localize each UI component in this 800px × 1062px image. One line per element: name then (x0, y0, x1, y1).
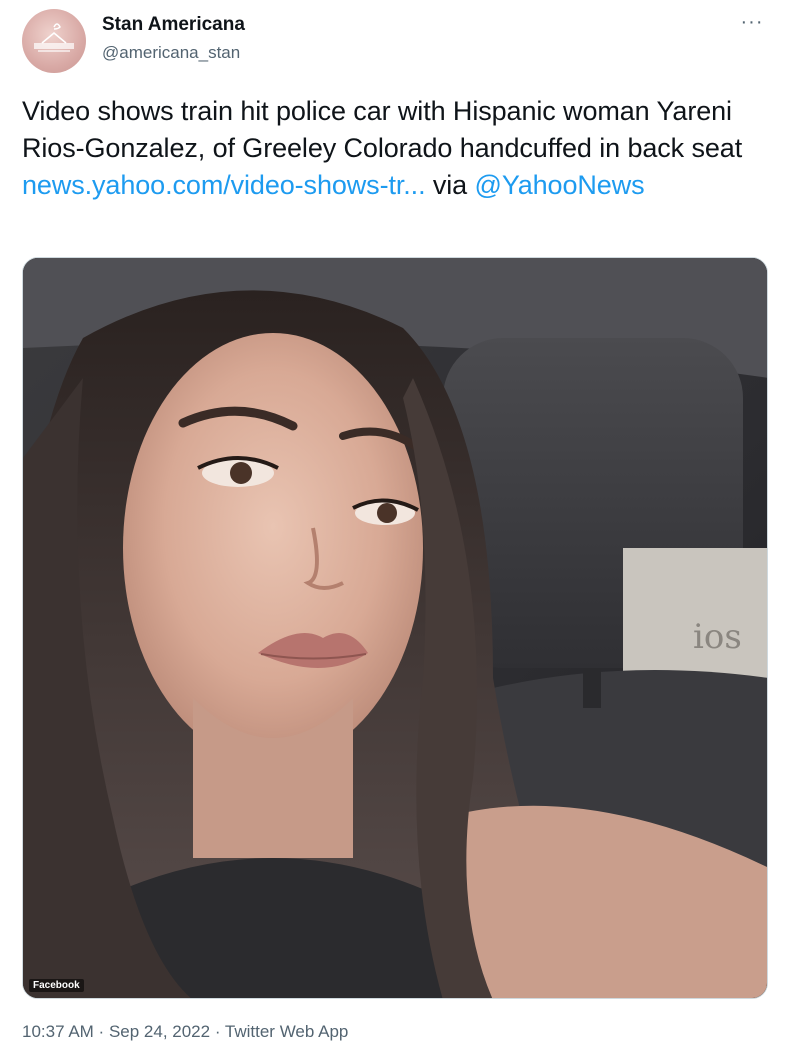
background-sign-text: ios (693, 617, 742, 657)
avatar-logo-icon (34, 23, 74, 52)
article-link[interactable]: news.yahoo.com/video-shows-tr... (22, 170, 426, 200)
tweet-photo[interactable]: ios Facebook (22, 257, 768, 999)
tweet-time[interactable]: 10:37 AM (22, 1022, 94, 1041)
more-options-icon[interactable]: ··· (738, 12, 766, 32)
mention-link[interactable]: @YahooNews (475, 170, 645, 200)
tweet-text-part2: via (425, 170, 475, 200)
author-avatar[interactable] (22, 9, 86, 73)
author-display-name[interactable]: Stan Americana (102, 14, 245, 36)
tweet-date[interactable]: Sep 24, 2022 (109, 1022, 210, 1041)
photo-watermark: Facebook (29, 979, 84, 992)
tweet-meta: 10:37 AM · Sep 24, 2022 · Twitter Web Ap… (22, 1022, 348, 1042)
meta-separator: · (93, 1022, 109, 1041)
author-handle[interactable]: @americana_stan (102, 43, 240, 63)
tweet-text-part1: Video shows train hit police car with Hi… (22, 96, 743, 163)
tweet-text: Video shows train hit police car with Hi… (22, 93, 782, 204)
selfie-photo: ios (23, 258, 767, 998)
tweet-source: Twitter Web App (224, 1022, 349, 1041)
meta-separator: · (210, 1022, 225, 1041)
tweet-header: Stan Americana @americana_stan ··· (0, 0, 800, 90)
